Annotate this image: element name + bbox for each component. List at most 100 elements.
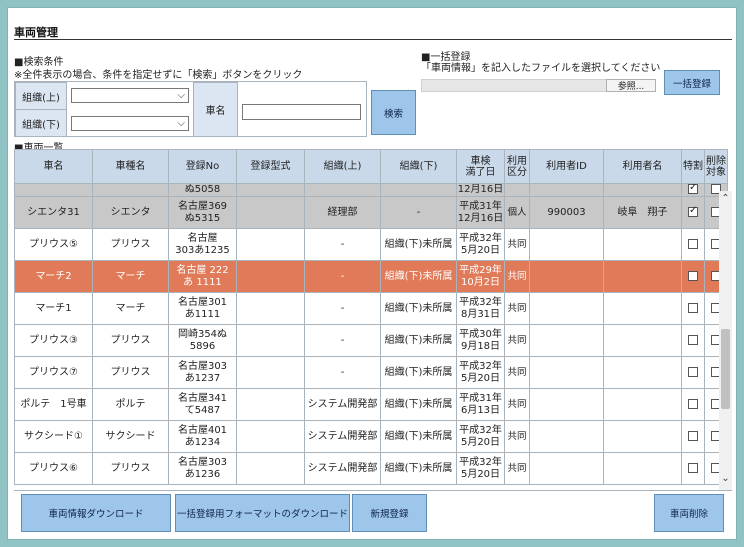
table-row[interactable]: ぬ5058 12月16日 bbox=[14, 183, 728, 197]
table-cell bbox=[504, 183, 530, 197]
org-upper-select[interactable]: ⌵ bbox=[71, 88, 189, 103]
table-cell: 共同 bbox=[504, 452, 530, 485]
tokuwari-cell bbox=[681, 420, 705, 453]
special-discount-checkbox[interactable] bbox=[688, 430, 698, 441]
table-header-row: 車名 車種名 登録No 登録型式 組織(上) 組織(下) 車検 満了日 利用 区分 利用者ID 利… bbox=[14, 149, 728, 184]
table-row[interactable]: マーチ2 マーチ 名古屋 222 あ 1111 - 組織(下)未所属 平成29年 10月2… bbox=[14, 260, 728, 293]
column-header: 利用 区分 bbox=[504, 149, 530, 184]
special-discount-checkbox[interactable] bbox=[688, 334, 698, 345]
org-lower-select[interactable]: ⌵ bbox=[71, 116, 189, 131]
search-note: ※全件表示の場合、条件を指定せずに「検索」ボタンをクリック bbox=[14, 70, 303, 81]
table-cell bbox=[236, 388, 305, 421]
chevron-down-icon: ⌵ bbox=[177, 90, 185, 101]
table-cell: 共同 bbox=[504, 324, 530, 357]
search-button[interactable]: 検索 bbox=[371, 90, 416, 135]
special-discount-checkbox[interactable] bbox=[688, 462, 698, 473]
table-cell: 組織(下)未所属 bbox=[380, 452, 457, 485]
table-cell: ポルテ bbox=[92, 388, 169, 421]
table-row[interactable]: ポルテ 1号車 ポルテ 名古屋341 て5487 システム開発部 組織(下)未所属 平成3… bbox=[14, 388, 728, 421]
table-cell: - bbox=[304, 356, 381, 389]
tokuwari-cell bbox=[681, 388, 705, 421]
table-row[interactable]: サクシード① サクシード 名古屋401 あ1234 システム開発部 組織(下)未所属 平成… bbox=[14, 420, 728, 453]
table-cell bbox=[603, 356, 682, 389]
column-header: 削除 対象 bbox=[704, 149, 728, 184]
special-discount-checkbox[interactable] bbox=[688, 184, 698, 194]
special-discount-checkbox[interactable] bbox=[688, 270, 698, 281]
download-format-button[interactable]: 一括登録用フォーマットのダウンロード bbox=[175, 494, 350, 532]
table-cell bbox=[529, 292, 604, 325]
car-name-input[interactable] bbox=[242, 104, 361, 120]
special-discount-checkbox[interactable] bbox=[688, 366, 698, 377]
table-cell: サクシード bbox=[92, 420, 169, 453]
main-panel: 車両管理 ■検索条件 ※全件表示の場合、条件を指定せずに「検索」ボタンをクリック… bbox=[7, 7, 737, 540]
table-cell: 共同 bbox=[504, 420, 530, 453]
table-cell bbox=[529, 356, 604, 389]
tokuwari-cell bbox=[681, 356, 705, 389]
vehicle-table-container: 車名 車種名 登録No 登録型式 組織(上) 組織(下) 車検 満了日 利用 区分 利用者ID 利… bbox=[14, 149, 732, 490]
table-cell: プリウス bbox=[92, 452, 169, 485]
scroll-thumb[interactable] bbox=[721, 329, 730, 409]
table-cell bbox=[603, 228, 682, 261]
special-discount-checkbox[interactable] bbox=[688, 238, 698, 249]
table-cell: ポルテ 1号車 bbox=[14, 388, 93, 421]
tokuwari-cell bbox=[681, 196, 705, 229]
table-cell: - bbox=[304, 324, 381, 357]
special-discount-checkbox[interactable] bbox=[688, 302, 698, 313]
table-cell bbox=[603, 452, 682, 485]
table-cell bbox=[529, 260, 604, 293]
table-cell bbox=[603, 388, 682, 421]
page-title: 車両管理 bbox=[14, 26, 58, 39]
table-row[interactable]: プリウス⑤ プリウス 名古屋 303あ1235 - 組織(下)未所属 平成32年 5月20… bbox=[14, 228, 728, 261]
browse-button[interactable]: 参照... bbox=[606, 79, 656, 92]
bulk-note: 「車両情報」を記入したファイルを選択してください bbox=[421, 63, 661, 74]
table-cell: 組織(下)未所属 bbox=[380, 420, 457, 453]
special-discount-checkbox[interactable] bbox=[688, 398, 698, 409]
special-discount-checkbox[interactable] bbox=[688, 205, 698, 217]
table-cell: 共同 bbox=[504, 228, 530, 261]
column-header: 利用者ID bbox=[529, 149, 604, 184]
column-header: 組織(上) bbox=[304, 149, 381, 184]
table-cell: プリウス⑥ bbox=[14, 452, 93, 485]
delete-vehicle-button[interactable]: 車両削除 bbox=[654, 494, 724, 532]
table-cell bbox=[380, 183, 457, 197]
table-cell bbox=[236, 228, 305, 261]
table-cell bbox=[529, 228, 604, 261]
column-header: 登録型式 bbox=[236, 149, 305, 184]
table-cell bbox=[529, 420, 604, 453]
table-cell: ぬ5058 bbox=[168, 183, 237, 197]
table-cell: プリウス bbox=[92, 228, 169, 261]
table-cell: 名古屋303 あ1237 bbox=[168, 356, 237, 389]
table-row[interactable]: プリウス⑦ プリウス 名古屋303 あ1237 - 組織(下)未所属 平成32年 5月20… bbox=[14, 356, 728, 389]
tokuwari-cell bbox=[681, 292, 705, 325]
table-cell bbox=[603, 324, 682, 357]
new-register-button[interactable]: 新規登録 bbox=[352, 494, 427, 532]
table-cell: 組織(下)未所属 bbox=[380, 356, 457, 389]
table-cell bbox=[603, 260, 682, 293]
column-header: 車種名 bbox=[92, 149, 169, 184]
table-cell bbox=[603, 292, 682, 325]
table-cell: マーチ bbox=[92, 260, 169, 293]
table-scrollbar[interactable]: ⌃ ⌄ bbox=[719, 191, 732, 490]
table-row[interactable]: プリウス⑥ プリウス 名古屋303 あ1236 システム開発部 組織(下)未所属 平成32… bbox=[14, 452, 728, 485]
download-info-button[interactable]: 車両情報ダウンロード bbox=[21, 494, 171, 532]
table-cell: マーチ bbox=[92, 292, 169, 325]
table-cell: マーチ1 bbox=[14, 292, 93, 325]
table-cell bbox=[236, 292, 305, 325]
car-name-label: 車名 bbox=[193, 82, 238, 137]
scroll-up-icon[interactable]: ⌃ bbox=[719, 193, 732, 204]
table-cell bbox=[529, 388, 604, 421]
table-cell: プリウス③ bbox=[14, 324, 93, 357]
table-cell: 個人 bbox=[504, 196, 530, 229]
vehicle-table: 車名 車種名 登録No 登録型式 組織(上) 組織(下) 車検 満了日 利用 区分 利用者ID 利… bbox=[14, 149, 728, 485]
table-row[interactable]: シエンタ31 シエンタ 名古屋369 ぬ5315 経理部 - 平成31年 12月16日 個人… bbox=[14, 196, 728, 229]
table-cell: 平成32年 8月31日 bbox=[456, 292, 505, 325]
bulk-register-button[interactable]: 一括登録 bbox=[664, 70, 720, 95]
table-cell bbox=[236, 324, 305, 357]
scroll-down-icon[interactable]: ⌄ bbox=[719, 473, 732, 484]
table-cell: 名古屋341 て5487 bbox=[168, 388, 237, 421]
table-row[interactable]: マーチ1 マーチ 名古屋301 あ1111 - 組織(下)未所属 平成32年 8月31日共… bbox=[14, 292, 728, 325]
table-cell: 組織(下)未所属 bbox=[380, 228, 457, 261]
table-cell: 組織(下)未所属 bbox=[380, 388, 457, 421]
table-row[interactable]: プリウス③ プリウス 岡崎354ぬ 5896 - 組織(下)未所属 平成30年 9月18日… bbox=[14, 324, 728, 357]
column-header: 登録No bbox=[168, 149, 237, 184]
